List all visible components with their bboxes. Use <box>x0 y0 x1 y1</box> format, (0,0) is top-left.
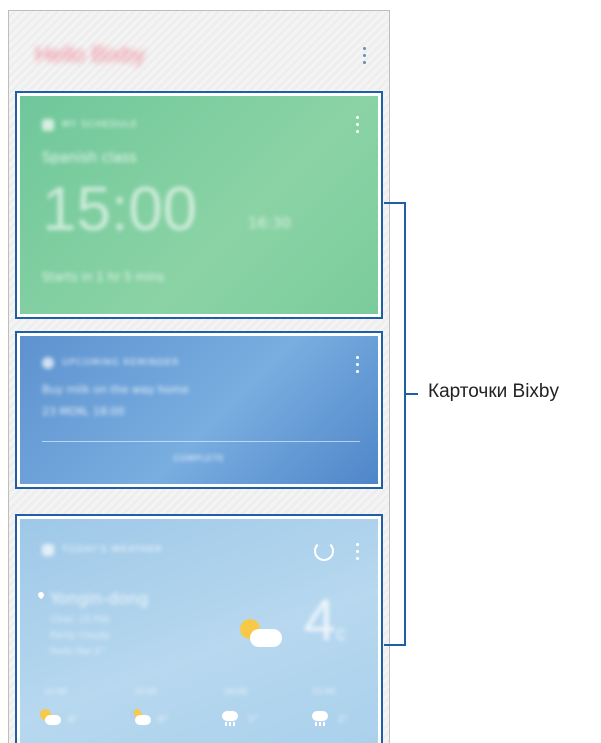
reminder-date: 23 MON, 18:00 <box>42 405 125 418</box>
forecast-time: 21:00 <box>312 687 336 696</box>
weather-card-label: TODAY'S WEATHER <box>62 545 163 555</box>
forecast-time: 12:00 <box>44 687 68 696</box>
forecast-temp: 1° <box>248 715 259 725</box>
schedule-card[interactable]: MY SCHEDULE Spanish class 15:00 16:30 St… <box>15 91 383 319</box>
phone-screen: Hello Bixby MY SCHEDULE Spanish class 15… <box>8 10 390 743</box>
reminder-card[interactable]: UPCOMING REMINDER Buy milk on the way ho… <box>15 331 383 489</box>
schedule-title: Spanish class <box>42 150 137 166</box>
weather-icon <box>42 544 54 556</box>
weather-detail: Feels like 2° <box>50 647 105 657</box>
calendar-icon <box>42 119 54 131</box>
schedule-menu-icon[interactable] <box>356 116 360 136</box>
weather-card[interactable]: TODAY'S WEATHER Yongin-dong Clear, 15 Fe… <box>15 514 383 743</box>
forecast-temp: 4° <box>68 715 79 725</box>
moon-cloud-icon <box>130 709 152 729</box>
schedule-footer: Starts in 1 hr 5 mins <box>42 270 165 284</box>
refresh-icon[interactable] <box>314 541 334 561</box>
schedule-card-label: MY SCHEDULE <box>62 120 138 130</box>
rain-cloud-icon <box>220 709 242 729</box>
bell-icon <box>42 357 54 369</box>
more-vert-icon[interactable] <box>363 47 367 67</box>
callout-line <box>404 393 418 395</box>
callout-bracket <box>384 202 406 646</box>
partly-sunny-icon <box>40 709 62 729</box>
pin-icon <box>36 590 46 600</box>
forecast-time: 18:00 <box>224 687 248 696</box>
weather-detail: Partly Cloudy <box>50 631 110 641</box>
weather-location: Yongin-dong <box>50 589 149 608</box>
app-header: Hello Bixby <box>9 11 389 87</box>
complete-button[interactable]: COMPLETE <box>20 454 378 463</box>
temperature-unit: c <box>336 623 346 645</box>
partly-cloudy-icon <box>238 617 284 651</box>
weather-temperature: 4c <box>304 587 346 654</box>
forecast-temp: 2° <box>338 715 349 725</box>
schedule-time: 15:00 <box>42 175 198 244</box>
forecast-time: 15:00 <box>134 687 158 696</box>
callout-label: Карточки Bixby <box>428 381 559 402</box>
weather-detail: Clear, 15 Feb <box>50 615 110 625</box>
forecast-times: 12:00 15:00 18:00 21:00 <box>20 687 378 699</box>
app-title: Hello Bixby <box>35 42 146 67</box>
rain-cloud-icon <box>310 709 332 729</box>
forecast-temp: 6° <box>158 715 169 725</box>
reminder-menu-icon[interactable] <box>356 356 360 376</box>
forecast-icons: 4° 6° 1° 2° <box>20 709 378 735</box>
reminder-card-label: UPCOMING REMINDER <box>62 358 180 368</box>
temperature-value: 4 <box>303 588 336 653</box>
reminder-text: Buy milk on the way home <box>42 383 189 396</box>
weather-menu-icon[interactable] <box>356 543 360 563</box>
schedule-end-time: 16:30 <box>248 214 292 232</box>
reminder-divider <box>42 441 360 442</box>
